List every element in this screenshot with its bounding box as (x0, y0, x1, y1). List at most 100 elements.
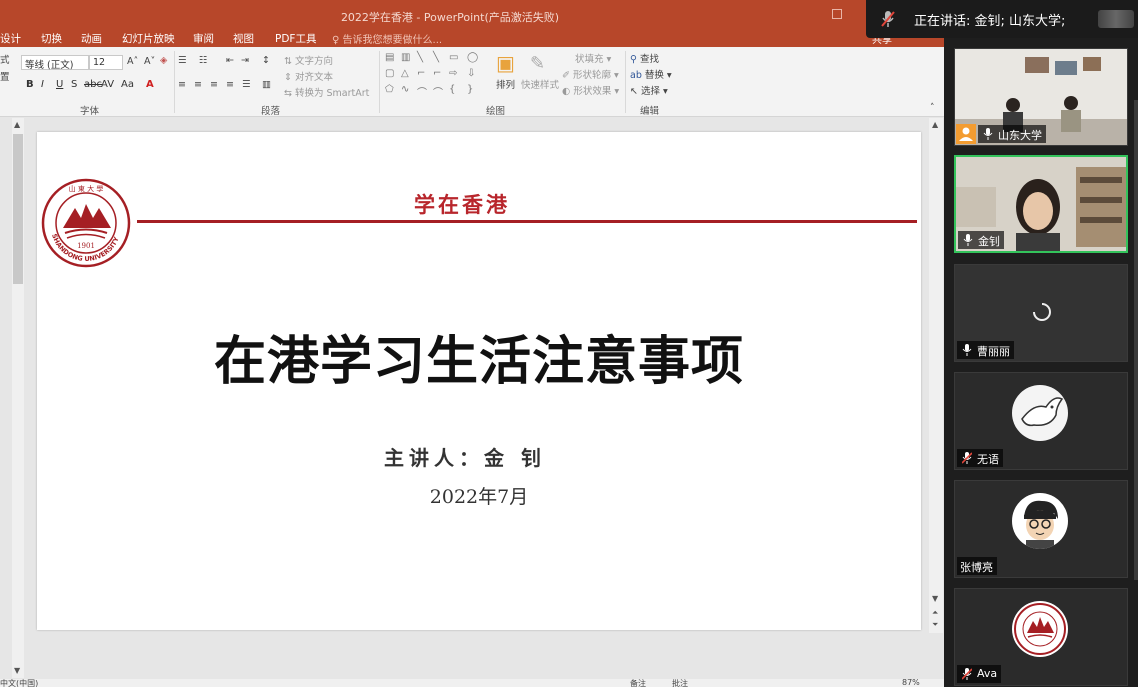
avatar (1012, 493, 1068, 549)
find-button[interactable]: ⚲ 查找 (630, 51, 659, 65)
textbox-shape-icon[interactable]: ▤ (385, 52, 394, 63)
shrink-font-icon[interactable]: A˅ (144, 56, 155, 67)
tell-me-text: 告诉我您想要做什么... (342, 35, 443, 46)
restore-icon[interactable] (832, 9, 842, 19)
participant-tile[interactable]: 无语 (954, 372, 1128, 470)
left-brace-shape-icon[interactable]: { (449, 84, 455, 95)
font-name-select[interactable]: 等线 (正文) (21, 55, 89, 71)
powerpoint-window: 2022学在香港 - PowerPoint(产品激活失败) 设计 切换 动画 幻… (0, 0, 944, 687)
participant-tile[interactable]: 张博亮 (954, 480, 1128, 578)
select-button[interactable]: ↖ 选择 ▾ (630, 83, 668, 97)
muted-mic-icon[interactable] (880, 10, 896, 28)
oval-shape-icon[interactable]: ◯ (467, 52, 478, 63)
columns-icon[interactable]: ▥ (262, 79, 271, 90)
align-center-icon[interactable]: ≡ (194, 79, 202, 90)
bullets-icon[interactable]: ☰ (178, 55, 187, 66)
scroll-down-icon[interactable]: ▼ (932, 594, 938, 603)
reset-cut-label[interactable]: 置 (0, 69, 10, 83)
host-badge-icon (956, 124, 976, 144)
font-color-icon[interactable]: A (146, 79, 154, 90)
tab-review[interactable]: 审阅 (193, 31, 214, 46)
right-arrow-shape-icon[interactable]: ⇨ (449, 68, 457, 79)
tab-transitions[interactable]: 切换 (41, 31, 62, 46)
collapse-ribbon-icon[interactable]: ˄ (930, 103, 935, 113)
grow-font-icon[interactable]: A˄ (127, 56, 138, 67)
pentagon-shape-icon[interactable]: ⬠ (385, 84, 394, 95)
align-text-button[interactable]: ⇕ 对齐文本 (284, 69, 333, 83)
previous-slide-icon[interactable]: ⏶ (932, 608, 938, 618)
shape-effects-button[interactable]: ◐ 形状效果 ▾ (562, 83, 619, 97)
participant-name: Ava (977, 667, 998, 680)
vertical-textbox-shape-icon[interactable]: ▥ (401, 52, 410, 63)
strikethrough-icon[interactable]: abc (84, 79, 102, 90)
underline-icon[interactable]: U (56, 79, 63, 90)
line-shape-icon[interactable]: ╲ (417, 52, 423, 63)
participant-name-tag: 张博亮 (957, 557, 997, 575)
arc-shape-icon[interactable]: ⌒ (433, 84, 443, 99)
tab-view[interactable]: 视图 (233, 31, 254, 46)
rounded-rect-shape-icon[interactable]: ▢ (385, 68, 394, 79)
shape-fill-button[interactable]: 状填充 ▾ (575, 51, 611, 65)
next-slide-icon[interactable]: ⏷ (932, 620, 938, 630)
shapes-gallery[interactable]: ▤ ▥ ╲ ╲ ▭ ◯ ▢ △ ⌐ ⌐ ⇨ ⇩ ⬠ ∿ ⌒ ⌒ { } (383, 52, 491, 100)
align-left-icon[interactable]: ≡ (178, 79, 186, 90)
line-spacing-icon[interactable]: ↕ (262, 55, 270, 66)
slide-scrollbar[interactable]: ▲ ▼ ⏶ ⏷ (929, 118, 943, 633)
triangle-shape-icon[interactable]: △ (401, 68, 409, 79)
language-indicator[interactable]: 中文(中国) (0, 679, 38, 687)
increase-indent-icon[interactable]: ⇥ (241, 55, 249, 66)
slide-title: 在港学习生活注意事项 (213, 332, 744, 392)
curve-shape-icon[interactable]: ∿ (401, 84, 409, 95)
participant-tile[interactable]: 曹丽丽 (954, 264, 1128, 362)
line-shape-icon[interactable]: ╲ (433, 52, 439, 63)
svg-text:山 東 大 學: 山 東 大 學 (69, 184, 104, 193)
comments-button[interactable]: 批注 (672, 679, 688, 687)
participant-tile[interactable]: Ava (954, 588, 1128, 686)
layout-cut-label[interactable]: 式 (0, 52, 10, 66)
text-direction-button[interactable]: ⇅ 文字方向 (284, 53, 333, 67)
participant-tile-active[interactable]: 金钊 (954, 155, 1128, 253)
scroll-up-icon[interactable]: ▲ (932, 120, 938, 129)
scroll-down-icon[interactable]: ▼ (14, 666, 20, 675)
quick-styles-button[interactable]: 快速样式 (521, 77, 559, 91)
zoom-level[interactable]: 87% (902, 679, 920, 687)
elbow-arrow-shape-icon[interactable]: ⌐ (433, 68, 441, 79)
arrange-button[interactable]: 排列 (496, 77, 515, 91)
convert-smartart-button[interactable]: ⇆ 转换为 SmartArt (284, 85, 369, 99)
shape-outline-button[interactable]: ✐ 形状轮廓 ▾ (562, 67, 619, 81)
notes-button[interactable]: 备注 (630, 679, 646, 687)
slide-canvas[interactable]: 1901 SHANDONG UNIVERSITY 山 東 大 學 学在香港 在港… (37, 132, 921, 630)
tab-design[interactable]: 设计 (0, 31, 21, 46)
scroll-up-icon[interactable]: ▲ (14, 120, 20, 129)
participant-tile[interactable]: 山东大学 (954, 48, 1128, 146)
elbow-connector-shape-icon[interactable]: ⌐ (417, 68, 425, 79)
char-spacing-icon[interactable]: AV (101, 79, 114, 90)
arrange-icon[interactable]: ▣ (496, 51, 515, 75)
quick-styles-icon[interactable]: ✎ (530, 53, 545, 74)
tab-animations[interactable]: 动画 (81, 31, 102, 46)
thumbnail-scrollbar[interactable]: ▲ ▼ (12, 118, 24, 678)
replace-button[interactable]: ab 替换 ▾ (630, 67, 672, 81)
italic-icon[interactable]: I (41, 79, 44, 90)
mic-icon (963, 234, 973, 246)
tab-pdf-tools[interactable]: PDF工具 (275, 31, 316, 46)
rectangle-shape-icon[interactable]: ▭ (449, 52, 458, 63)
font-size-select[interactable]: 12 (89, 55, 123, 70)
distributed-icon[interactable]: ☰ (242, 79, 251, 90)
scroll-thumb[interactable] (13, 134, 23, 284)
bold-icon[interactable]: B (26, 79, 34, 90)
clear-format-icon[interactable]: ◈ (160, 55, 167, 66)
shadow-icon[interactable]: S (71, 79, 77, 90)
tab-slideshow[interactable]: 幻灯片放映 (122, 31, 175, 46)
justify-icon[interactable]: ≡ (226, 79, 234, 90)
tell-me-search[interactable]: ♀ 告诉我您想要做什么... (332, 31, 442, 46)
right-brace-shape-icon[interactable]: } (467, 84, 473, 95)
numbering-icon[interactable]: ☷ (199, 55, 208, 66)
down-arrow-shape-icon[interactable]: ⇩ (467, 68, 475, 79)
arc-shape-icon[interactable]: ⌒ (417, 84, 427, 99)
align-right-icon[interactable]: ≡ (210, 79, 218, 90)
participants-scrollbar[interactable] (1134, 100, 1138, 580)
decrease-indent-icon[interactable]: ⇤ (226, 55, 234, 66)
participant-name: 张博亮 (960, 561, 993, 574)
change-case-icon[interactable]: Aa (121, 79, 134, 90)
